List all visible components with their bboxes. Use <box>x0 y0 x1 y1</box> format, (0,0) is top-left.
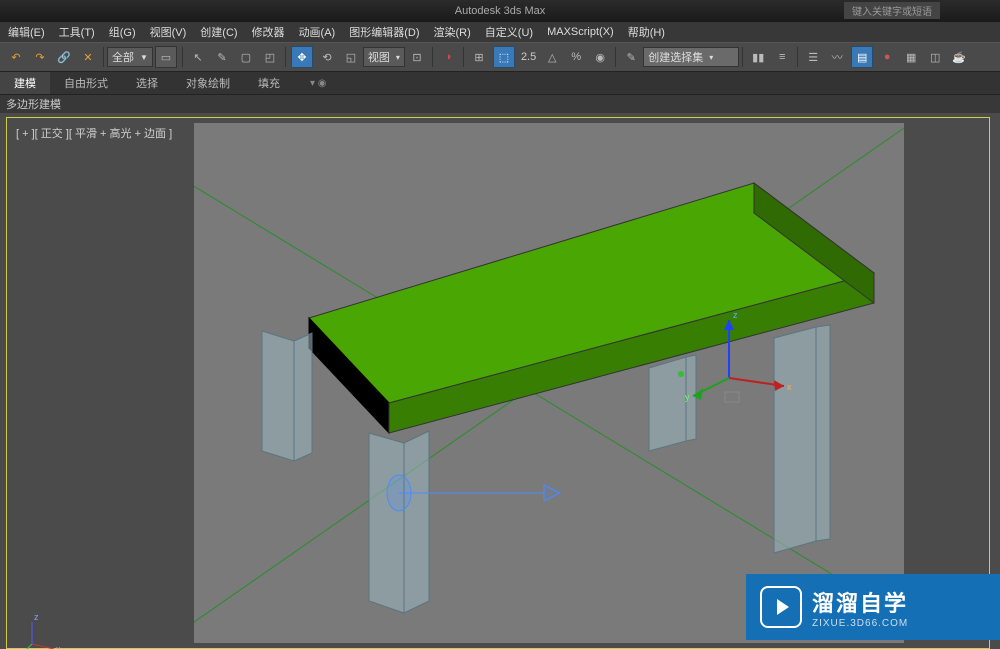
scale-icon[interactable]: ◱ <box>341 47 361 67</box>
tab-freeform[interactable]: 自由形式 <box>50 72 122 94</box>
name-select-icon[interactable]: ✎ <box>212 47 232 67</box>
separator <box>463 47 464 67</box>
schematic-view-icon[interactable]: ▤ <box>851 46 873 68</box>
svg-text:z: z <box>733 310 738 320</box>
select-icon[interactable]: ▭ <box>155 46 177 68</box>
viewport-label[interactable]: [ + ][ 正交 ][ 平滑 + 高光 + 边面 ] <box>16 125 172 141</box>
curve-editor-icon[interactable]: 〰 <box>827 47 847 67</box>
menu-help[interactable]: 帮助(H) <box>628 24 665 40</box>
scene-3d: z x y <box>194 123 904 643</box>
menu-modifier[interactable]: 修改器 <box>252 24 285 40</box>
separator <box>432 47 433 67</box>
search-placeholder[interactable]: 键入关键字或短语 <box>844 2 940 19</box>
menu-render[interactable]: 渲染(R) <box>434 24 471 40</box>
unlink-icon[interactable]: ✕ <box>78 47 98 67</box>
svg-text:x: x <box>787 382 792 392</box>
menu-group[interactable]: 组(G) <box>109 24 136 40</box>
separator <box>182 47 183 67</box>
viewport-canvas[interactable]: z x y <box>194 123 904 643</box>
redo-icon[interactable]: ↷ <box>30 47 50 67</box>
spinner-snap-icon[interactable]: ◉ <box>590 47 610 67</box>
ribbon-bar: 建模 自由形式 选择 对象绘制 填充 ▾ ◉ <box>0 72 1000 95</box>
align-icon[interactable]: ≡ <box>772 47 792 67</box>
undo-icon[interactable]: ↶ <box>6 47 26 67</box>
title-bar: Autodesk 3ds Max 键入关键字或短语 <box>0 0 1000 22</box>
keyboard-shortcut-icon[interactable]: ⊞ <box>469 47 489 67</box>
tab-objpaint[interactable]: 对象绘制 <box>172 72 244 94</box>
center-icon[interactable]: ⊡ <box>407 47 427 67</box>
render-setup-icon[interactable]: ▦ <box>901 47 921 67</box>
menu-edit[interactable]: 编辑(E) <box>8 24 45 40</box>
layers-icon[interactable]: ☰ <box>803 47 823 67</box>
separator <box>742 47 743 67</box>
main-toolbar: ↶ ↷ 🔗 ✕ 全部▼ ▭ ↖ ✎ ▢ ◰ ✥ ⟲ ◱ 视图▾ ⊡ ◑ ⊞ ⬚ … <box>0 42 1000 72</box>
menu-create[interactable]: 创建(C) <box>200 24 237 40</box>
rect-select-icon[interactable]: ▢ <box>236 47 256 67</box>
named-selection-dropdown[interactable]: 创建选择集▾ <box>643 47 739 67</box>
menu-anim[interactable]: 动画(A) <box>299 24 336 40</box>
play-icon <box>760 586 802 628</box>
menu-bar: 编辑(E) 工具(T) 组(G) 视图(V) 创建(C) 修改器 动画(A) 图… <box>0 22 1000 42</box>
menu-tools[interactable]: 工具(T) <box>59 24 95 40</box>
selection-filter-dropdown[interactable]: 全部▼ <box>107 47 153 67</box>
percent-snap-icon[interactable]: % <box>566 47 586 67</box>
rotate-icon[interactable]: ⟲ <box>317 47 337 67</box>
watermark-url: ZIXUE.3D66.COM <box>812 618 908 629</box>
app-title: Autodesk 3ds Max <box>455 5 546 17</box>
link-icon[interactable]: 🔗 <box>54 47 74 67</box>
material-editor-icon[interactable]: ● <box>877 47 897 67</box>
tab-fill[interactable]: 填充 <box>244 72 294 94</box>
tab-modeling[interactable]: 建模 <box>0 72 50 94</box>
watermark-banner: 溜溜自学 ZIXUE.3D66.COM <box>746 574 1000 640</box>
separator <box>797 47 798 67</box>
mirror-icon[interactable]: ▮▮ <box>748 47 768 67</box>
ribbon-panel-label[interactable]: 多边形建模 <box>0 95 1000 113</box>
svg-text:y: y <box>685 392 690 402</box>
render-frame-icon[interactable]: ◫ <box>925 47 945 67</box>
ref-coord-dropdown[interactable]: 视图▾ <box>363 47 405 67</box>
separator <box>615 47 616 67</box>
window-crossing-icon[interactable]: ◰ <box>260 47 280 67</box>
angle-snap-icon[interactable]: △ <box>542 47 562 67</box>
move-icon[interactable]: ✥ <box>291 46 313 68</box>
workspace: [ + ][ 正交 ][ 平滑 + 高光 + 边面 ] <box>0 113 1000 649</box>
menu-custom[interactable]: 自定义(U) <box>485 24 533 40</box>
edit-named-sel-icon[interactable]: ✎ <box>621 47 641 67</box>
cursor-icon[interactable]: ↖ <box>188 47 208 67</box>
snap-value: 2.5 <box>521 51 536 63</box>
manipulate-icon[interactable]: ◑ <box>438 47 458 67</box>
ribbon-collapse-icon[interactable]: ▾ ◉ <box>310 78 327 89</box>
menu-view[interactable]: 视图(V) <box>150 24 187 40</box>
tab-select[interactable]: 选择 <box>122 72 172 94</box>
menu-graph[interactable]: 图形编辑器(D) <box>349 24 419 40</box>
separator <box>103 47 104 67</box>
watermark-title: 溜溜自学 <box>812 586 908 618</box>
separator <box>285 47 286 67</box>
menu-maxscript[interactable]: MAXScript(X) <box>547 26 614 38</box>
render-icon[interactable]: ☕ <box>949 47 969 67</box>
snap-toggle-icon[interactable]: ⬚ <box>493 46 515 68</box>
